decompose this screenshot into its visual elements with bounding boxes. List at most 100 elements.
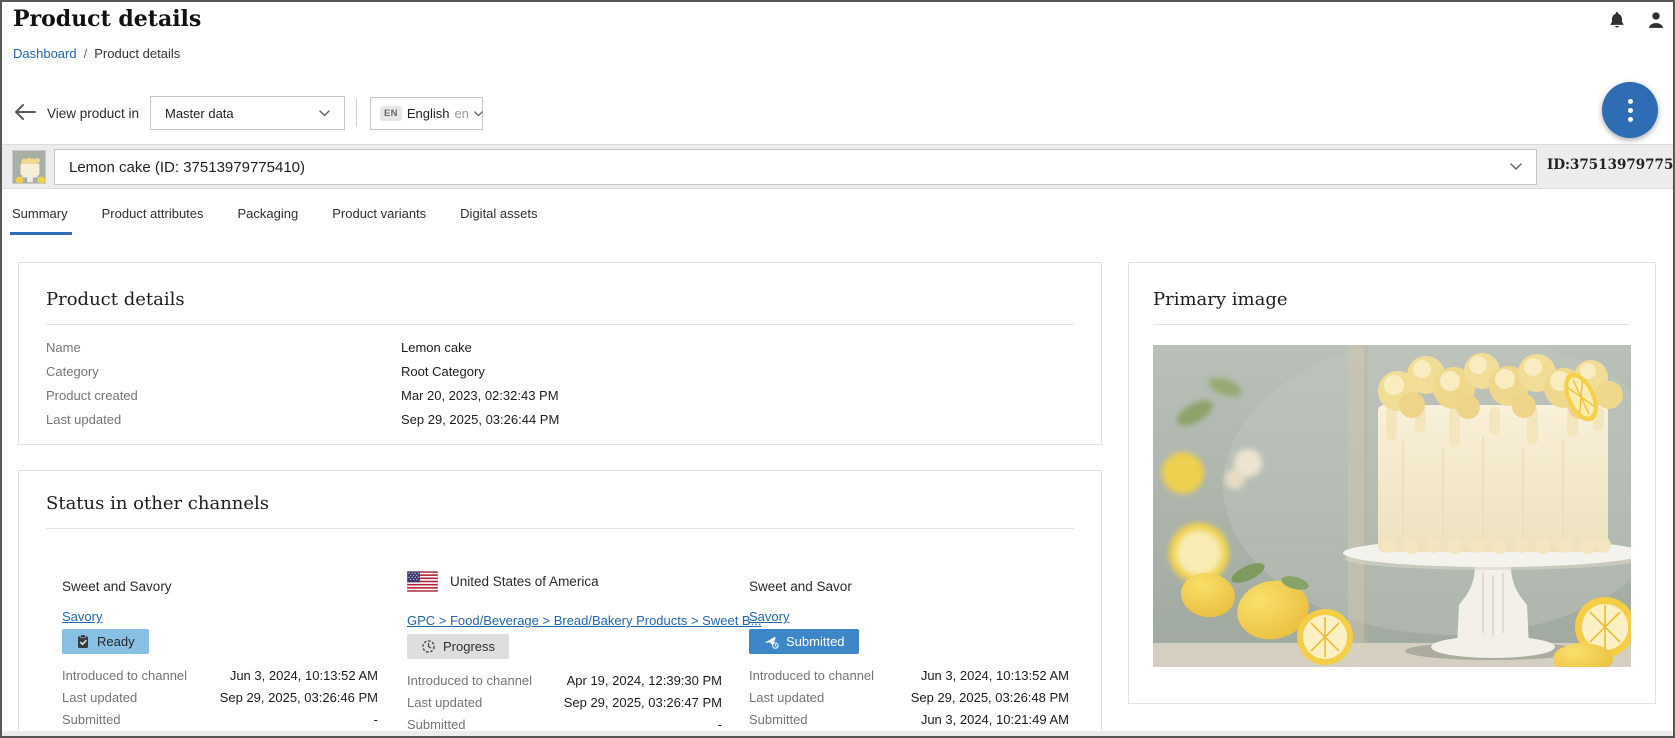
- stat-value: Sep 29, 2025, 03:26:46 PM: [220, 690, 378, 705]
- stat-label: Last updated: [62, 690, 137, 705]
- account-button[interactable]: [1643, 7, 1669, 33]
- detail-label: Last updated: [46, 412, 401, 427]
- toolbar-divider: [356, 99, 357, 127]
- channel-stat-row: Submitted -: [62, 708, 378, 730]
- product-details-card: Product details Name Lemon cake Category…: [18, 262, 1102, 445]
- send-clock-icon: [763, 635, 779, 649]
- breadcrumb-current: Product details: [94, 46, 180, 61]
- stat-value: Apr 19, 2024, 12:39:30 PM: [567, 673, 722, 688]
- card-title: Product details: [46, 289, 1074, 310]
- horizontal-scrollbar-track[interactable]: [2, 731, 1675, 736]
- status-label: Submitted: [786, 634, 845, 649]
- status-badge-progress: Progress: [407, 634, 509, 659]
- arrow-left-icon: [14, 103, 36, 121]
- channel-column: Sweet and Savory Savory Ready Introduced…: [62, 579, 378, 738]
- tab-bar: Summary Product attributes Packaging Pro…: [12, 189, 571, 235]
- divider: [46, 324, 1074, 325]
- breadcrumb-separator: /: [84, 46, 88, 61]
- tab-product-attributes[interactable]: Product attributes: [102, 189, 204, 235]
- stat-label: Submitted: [407, 717, 466, 732]
- channel-stat-row: Last updated Sep 29, 2025, 03:26:48 PM: [749, 686, 1069, 708]
- us-flag-icon: [407, 571, 438, 592]
- clipboard-check-icon: [76, 634, 90, 649]
- breadcrumb-link-dashboard[interactable]: Dashboard: [13, 46, 77, 61]
- card-title: Primary image: [1153, 289, 1629, 310]
- data-source-select-value: Master data: [165, 106, 319, 121]
- notifications-button[interactable]: [1604, 7, 1630, 33]
- channel-stat-rows: Introduced to channel Jun 3, 2024, 10:13…: [749, 664, 1069, 738]
- view-product-in-label: View product in: [47, 106, 139, 121]
- channel-stat-rows: Introduced to channel Apr 19, 2024, 12:3…: [407, 669, 722, 738]
- product-details-page: Product details Dashboard / Product detail…: [0, 0, 1675, 738]
- stat-label: Last updated: [749, 690, 824, 705]
- status-channels-card: Status in other channels Sweet and Savor…: [18, 470, 1102, 738]
- user-icon: [1646, 10, 1666, 30]
- detail-row: Category Root Category: [46, 359, 1074, 383]
- language-name: English: [407, 106, 450, 121]
- channel-stat-row: Last updated Sep 29, 2025, 03:26:47 PM: [407, 691, 722, 713]
- stat-label: Introduced to channel: [749, 668, 874, 683]
- detail-label: Category: [46, 364, 401, 379]
- data-source-select[interactable]: Master data: [150, 96, 345, 130]
- status-badge-ready: Ready: [62, 629, 149, 654]
- primary-image-card: Primary image: [1128, 262, 1656, 704]
- actions-fab-button[interactable]: [1602, 82, 1658, 138]
- stat-value: Jun 3, 2024, 10:13:52 AM: [921, 668, 1069, 683]
- back-button[interactable]: [13, 103, 37, 123]
- stat-label: Introduced to channel: [62, 668, 187, 683]
- product-select-value: Lemon cake (ID: 37513979775410): [69, 159, 1510, 176]
- channel-stat-row: Submitted Jun 3, 2024, 10:21:49 AM: [749, 708, 1069, 730]
- stat-value: Sep 29, 2025, 03:26:48 PM: [911, 690, 1069, 705]
- category-link[interactable]: GPC > Food/Beverage > Bread/Bakery Produ…: [407, 613, 761, 628]
- detail-label: Name: [46, 340, 401, 355]
- language-select[interactable]: EN English en: [370, 97, 483, 130]
- channel-stat-row: Last updated Sep 29, 2025, 03:26:46 PM: [62, 686, 378, 708]
- channel-name-row: United States of America: [407, 569, 722, 593]
- detail-value: Lemon cake: [401, 340, 472, 355]
- detail-row: Last updated Sep 29, 2025, 03:26:44 PM: [46, 407, 1074, 431]
- stat-label: Introduced to channel: [407, 673, 532, 688]
- card-title: Status in other channels: [46, 493, 1074, 514]
- status-label: Progress: [443, 639, 495, 654]
- detail-rows: Name Lemon cake Category Root Category P…: [46, 335, 1074, 431]
- channel-name: Sweet and Savory: [62, 579, 378, 597]
- product-selector-band: Lemon cake (ID: 37513979775410) ID:37513…: [2, 144, 1675, 189]
- status-label: Ready: [97, 634, 135, 649]
- stat-value: Jun 3, 2024, 10:21:49 AM: [921, 712, 1069, 727]
- tab-digital-assets[interactable]: Digital assets: [460, 189, 537, 235]
- clock-icon: [421, 639, 436, 654]
- bell-icon: [1607, 10, 1627, 31]
- primary-image: [1153, 345, 1631, 667]
- category-link[interactable]: Savory: [62, 609, 102, 624]
- detail-row: Name Lemon cake: [46, 335, 1074, 359]
- language-locale: en: [454, 106, 468, 121]
- chevron-down-icon: [474, 111, 483, 117]
- channel-column: United States of America GPC > Food/Beve…: [407, 569, 722, 738]
- page-title: Product details: [13, 6, 201, 32]
- tab-packaging[interactable]: Packaging: [238, 189, 299, 235]
- detail-value: Root Category: [401, 364, 485, 379]
- stat-value: -: [718, 717, 722, 732]
- product-select[interactable]: Lemon cake (ID: 37513979775410): [54, 149, 1537, 185]
- divider: [1153, 324, 1629, 325]
- category-link[interactable]: Savory: [749, 609, 789, 624]
- language-code-badge: EN: [380, 106, 402, 121]
- channel-stat-rows: Introduced to channel Jun 3, 2024, 10:13…: [62, 664, 378, 738]
- product-thumbnail: [12, 150, 46, 184]
- tab-product-variants[interactable]: Product variants: [332, 189, 426, 235]
- stat-value: -: [374, 712, 378, 727]
- stat-value: Jun 3, 2024, 10:13:52 AM: [230, 668, 378, 683]
- chevron-down-icon: [1510, 163, 1522, 171]
- channel-stat-row: Introduced to channel Jun 3, 2024, 10:13…: [749, 664, 1069, 686]
- detail-label: Product created: [46, 388, 401, 403]
- status-badge-submitted: Submitted: [749, 629, 859, 654]
- tab-summary[interactable]: Summary: [12, 189, 68, 235]
- stat-value: Sep 29, 2025, 03:26:47 PM: [564, 695, 722, 710]
- channel-name: Sweet and Savor: [749, 579, 1069, 597]
- product-id-text: ID:37513979775410: [1547, 157, 1667, 173]
- detail-value: Mar 20, 2023, 02:32:43 PM: [401, 388, 559, 403]
- channel-stat-row: Introduced to channel Jun 3, 2024, 10:13…: [62, 664, 378, 686]
- kebab-menu-icon: [1628, 99, 1633, 122]
- detail-value: Sep 29, 2025, 03:26:44 PM: [401, 412, 559, 427]
- channel-name: United States of America: [450, 574, 599, 589]
